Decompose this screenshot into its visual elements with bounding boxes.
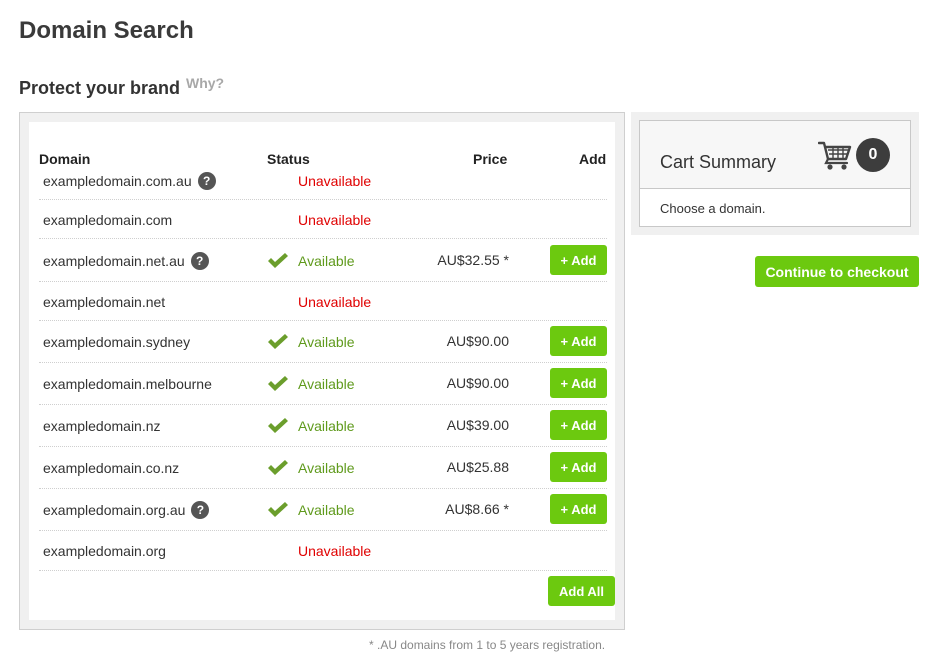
status-text: Available [298,334,355,350]
cart-summary-panel: Cart Summary 0 Choose a domain. [631,112,919,235]
domain-price: AU$8.66 * [445,501,509,517]
availability-status: Available [267,251,387,271]
checkmark-icon [268,334,288,349]
availability-status: Available [267,416,387,436]
add-domain-button[interactable]: + Add [550,245,607,275]
domain-name-text: exampledomain.org [43,543,166,559]
table-row: exampledomain.org.au? Available AU$8.66 * +… [39,489,607,531]
results-table: Domain Status Price Add exampledomain.co… [29,122,615,620]
add-domain-button[interactable]: + Add [550,410,607,440]
domain-name: exampledomain.org.au? [43,500,210,520]
table-row: exampledomain.co.nz Available AU$25.88 + Ad… [39,447,607,489]
checkmark-icon [268,376,288,391]
domain-name-text: exampledomain.sydney [43,334,191,350]
status-text: Unavailable [298,173,372,189]
domain-price: AU$39.00 [446,417,509,433]
status-text: Available [298,460,355,476]
table-row: exampledomain.melbourne Available AU$90.00… [39,363,607,405]
section-title: Protect your brand [19,78,181,98]
domain-name-text: exampledomain.melbourne [43,376,212,392]
question-circle-icon[interactable]: ? [197,172,216,190]
cart-summary-box: Cart Summary 0 Choose a domain. [639,120,911,227]
domain-name-text: exampledomain.co.nz [43,460,180,476]
availability-status: Unavailable [267,171,387,191]
table-row: exampledomain.sydney Available AU$90.00 + A… [39,321,607,363]
status-text: Unavailable [298,212,372,228]
table-row: exampledomain.com.au? Unavailable [39,161,607,200]
checkmark-icon [268,502,288,517]
status-text: Available [298,253,355,269]
add-domain-button[interactable]: + Add [550,452,607,482]
table-row: exampledomain.com Unavailable [39,200,607,239]
domain-name-text: exampledomain.net.au [43,253,185,269]
table-row: exampledomain.net Unavailable [39,282,607,321]
add-domain-button[interactable]: + Add [550,494,607,524]
cart-count-badge: 0 [856,138,890,172]
status-text: Available [298,418,355,434]
domain-price: AU$32.55 * [437,252,509,268]
continue-to-checkout-button[interactable]: Continue to checkout [755,256,919,287]
domain-name: exampledomain.net [43,292,165,312]
add-all-button[interactable]: Add All [548,576,615,606]
availability-status: Available [267,458,387,478]
domain-name: exampledomain.com.au? [43,171,216,191]
domain-name: exampledomain.org [43,541,166,561]
question-circle-icon[interactable]: ? [191,501,210,519]
results-panel: Domain Status Price Add exampledomain.co… [19,112,625,630]
table-row: exampledomain.nz Available AU$39.00 + Add [39,405,607,447]
availability-status: Unavailable [267,541,387,561]
why-link[interactable]: Why? [186,75,224,91]
domain-price: AU$25.88 [446,459,509,475]
domain-name: exampledomain.co.nz [43,458,179,478]
domain-name-text: exampledomain.com.au [43,173,192,189]
cart-summary-header: Cart Summary 0 [640,121,910,189]
availability-status: Available [267,332,387,352]
domain-name-text: exampledomain.net [43,294,166,310]
domain-name-text: exampledomain.org.au [43,502,186,518]
table-row: exampledomain.org Unavailable [39,531,607,571]
domain-name-text: exampledomain.com [43,212,173,228]
table-row: exampledomain.net.au? Available AU$32.55 *… [39,239,607,282]
cart-title: Cart Summary [660,152,777,172]
domain-name: exampledomain.com [43,210,172,230]
checkmark-icon [268,418,288,433]
question-circle-icon[interactable]: ? [190,252,209,270]
domain-name: exampledomain.melbourne [43,374,212,394]
page-title: Domain Search [19,17,194,44]
domain-name-text: exampledomain.nz [43,418,161,434]
availability-status: Unavailable [267,292,387,312]
domain-price: AU$90.00 [446,333,509,349]
status-text: Available [298,502,355,518]
domain-name: exampledomain.nz [43,416,161,436]
availability-status: Available [267,374,387,394]
add-domain-button[interactable]: + Add [550,326,607,356]
cart-empty-message: Choose a domain. [660,201,766,216]
domain-name: exampledomain.sydney [43,332,190,352]
status-text: Unavailable [298,543,372,559]
status-text: Available [298,376,355,392]
status-text: Unavailable [298,294,372,310]
availability-status: Available [267,500,387,520]
footnote: * .AU domains from 1 to 5 years registra… [369,638,606,652]
availability-status: Unavailable [267,210,387,230]
domain-name: exampledomain.net.au? [43,251,209,271]
add-domain-button[interactable]: + Add [550,368,607,398]
domain-price: AU$90.00 [446,375,509,391]
checkmark-icon [268,253,288,268]
shopping-cart-icon [818,141,852,170]
checkmark-icon [268,460,288,475]
